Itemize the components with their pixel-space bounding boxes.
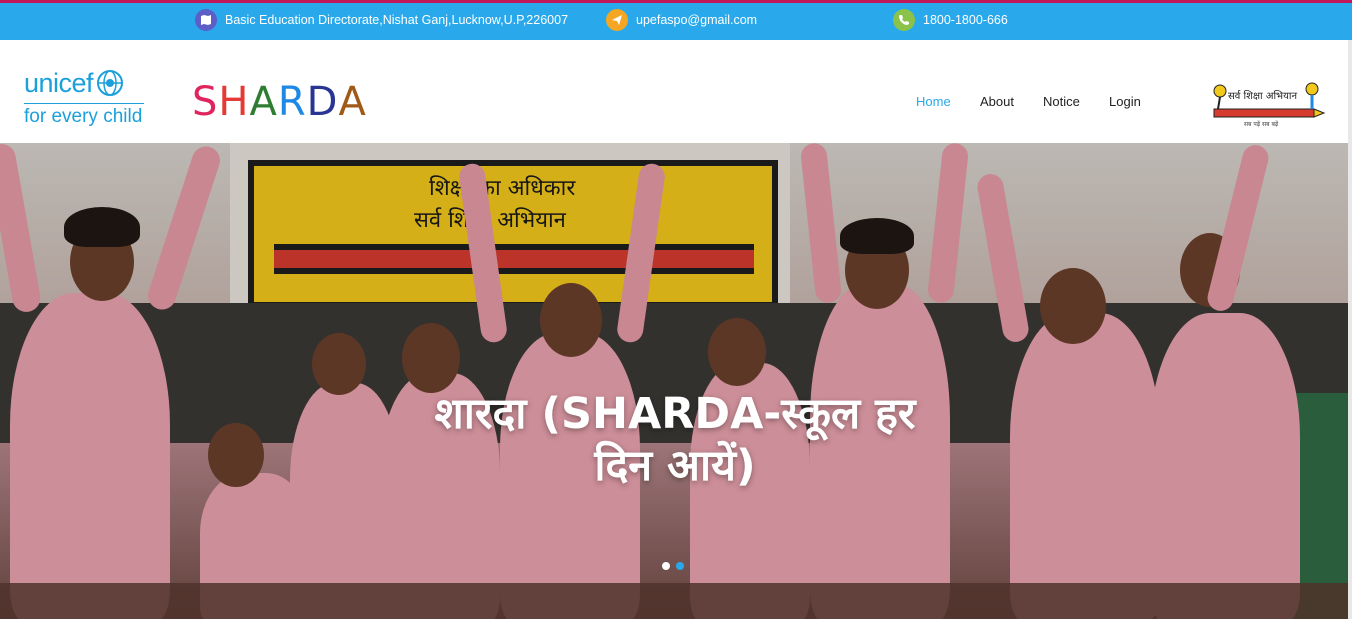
address-text: Basic Education Directorate,Nishat Ganj,…: [225, 13, 569, 27]
unicef-logo[interactable]: unicef for every child: [24, 68, 149, 128]
sharda-letter: D: [306, 79, 339, 125]
sharda-letter: R: [277, 79, 307, 125]
site-header: unicef for every child SHARDA Home About…: [0, 40, 1352, 143]
unicef-globe-icon: [97, 70, 124, 96]
nav-login[interactable]: Login: [1109, 94, 1141, 109]
unicef-wordmark: unicef: [24, 68, 94, 98]
ssa-title: सर्व शिक्षा अभियान: [1228, 91, 1298, 102]
hero-caption: शारदा (SHARDA-स्कूल हर दिन आयें): [340, 388, 1010, 492]
nav-notice[interactable]: Notice: [1043, 94, 1080, 109]
scrollbar-track[interactable]: [1348, 40, 1352, 619]
slider-indicators: [662, 562, 684, 570]
phone-icon: [893, 9, 915, 31]
unicef-divider: [24, 103, 144, 104]
hero-caption-line2: दिन आयें): [594, 441, 756, 491]
slider-dot-1[interactable]: [662, 562, 670, 570]
nav-home[interactable]: Home: [916, 94, 951, 109]
nav-about[interactable]: About: [980, 94, 1014, 109]
unicef-tagline: for every child: [24, 106, 143, 127]
send-icon: [606, 9, 628, 31]
email-link[interactable]: upefaspo@gmail.com: [636, 13, 757, 27]
map-icon: [195, 9, 217, 31]
sharda-letter: H: [218, 79, 250, 125]
sharda-letter: S: [192, 79, 219, 125]
sharda-letter: A: [338, 79, 367, 125]
top-info-bar: Basic Education Directorate,Nishat Ganj,…: [0, 0, 1352, 40]
slider-dot-2[interactable]: [676, 562, 684, 570]
email-item[interactable]: upefaspo@gmail.com: [606, 9, 757, 31]
phone-text[interactable]: 1800-1800-666: [923, 13, 1008, 27]
sharda-logo[interactable]: SHARDA: [192, 78, 367, 126]
hero-caption-line1: शारदा (SHARDA-स्कूल हर: [434, 389, 916, 439]
hero-slider[interactable]: शिक्षा का अधिकार सर्व शिक्षा अभियान शारद…: [0, 143, 1348, 619]
sharda-letter: A: [249, 79, 278, 125]
ssa-logo[interactable]: सर्व शिक्षा अभियान सब पढ़ें सब बढ़ें: [1206, 75, 1326, 133]
ssa-subtitle: सब पढ़ें सब बढ़ें: [1244, 121, 1279, 128]
address-item: Basic Education Directorate,Nishat Ganj,…: [195, 9, 568, 31]
hero-overlay: [0, 143, 1348, 619]
phone-item[interactable]: 1800-1800-666: [893, 9, 1008, 31]
